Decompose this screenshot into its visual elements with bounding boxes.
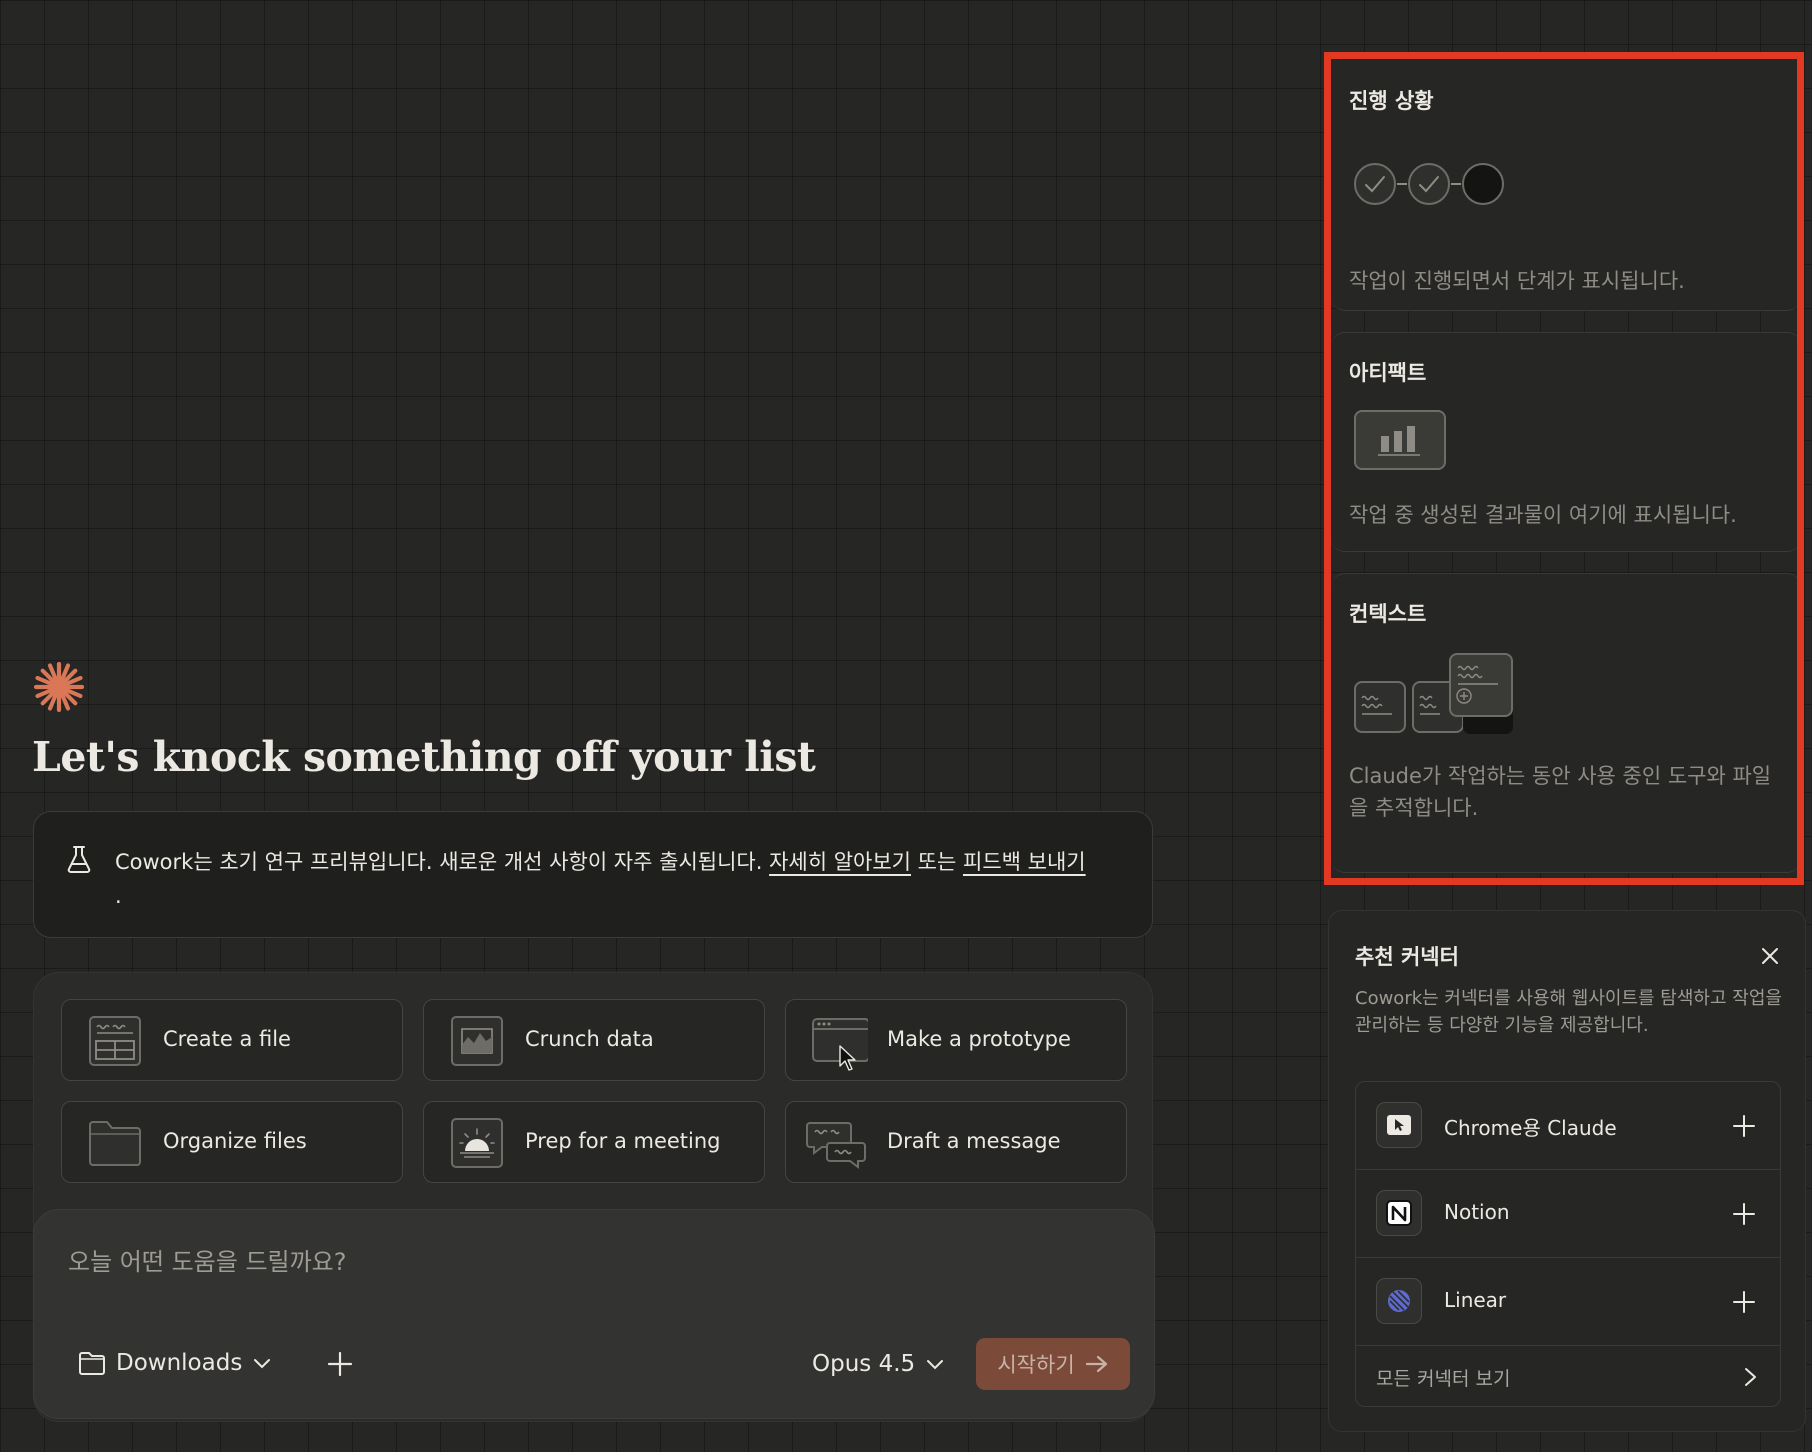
connectors-title: 추천 커넥터 — [1355, 945, 1459, 969]
see-all-connectors-link[interactable]: 모든 커넥터 보기 — [1356, 1346, 1780, 1406]
claude-spark-logo — [33, 661, 85, 713]
sunrise-icon — [451, 1118, 503, 1168]
add-attachment-button[interactable] — [326, 1350, 354, 1378]
start-button-label: 시작하기 — [997, 1353, 1075, 1377]
folder-selector[interactable]: Downloads — [78, 1343, 272, 1383]
folder-icon — [79, 1352, 105, 1375]
connector-item-linear[interactable]: Linear — [1356, 1258, 1780, 1346]
chevron-down-icon — [927, 1360, 944, 1370]
task-card-label: Crunch data — [525, 1027, 654, 1051]
chart-icon — [451, 1016, 503, 1066]
task-card-label: Prep for a meeting — [525, 1129, 721, 1153]
notice-text: Cowork는 초기 연구 프리뷰입니다. 새로운 개선 사항이 자주 출시됩니… — [115, 845, 1125, 913]
task-card-crunch-data[interactable]: Crunch data — [423, 999, 765, 1081]
start-button[interactable]: 시작하기 — [976, 1338, 1130, 1390]
close-icon[interactable] — [1759, 945, 1781, 967]
learn-more-link[interactable]: 자세히 알아보기 — [769, 850, 911, 874]
task-card-draft-message[interactable]: Draft a message — [785, 1101, 1127, 1183]
model-name: Opus 4.5 — [812, 1351, 916, 1377]
connector-name: Linear — [1444, 1288, 1507, 1312]
add-connector-icon[interactable] — [1732, 1290, 1756, 1314]
highlight-frame — [1324, 52, 1804, 885]
connector-list: Chrome용 Claude Notion Linear 모든 커넥터 보기 — [1355, 1081, 1781, 1407]
research-preview-notice: Cowork는 초기 연구 프리뷰입니다. 새로운 개선 사항이 자주 출시됩니… — [33, 811, 1153, 938]
connectors-description: Cowork는 커넥터를 사용해 웹사이트를 탐색하고 작업을 관리하는 등 다… — [1355, 988, 1782, 1036]
chevron-right-icon — [1745, 1368, 1756, 1386]
task-card-label: Draft a message — [887, 1129, 1061, 1153]
notice-connector: 또는 — [911, 850, 963, 874]
chevron-down-icon — [254, 1359, 271, 1369]
linear-icon — [1376, 1278, 1422, 1324]
task-card-label: Make a prototype — [887, 1027, 1071, 1051]
task-card-make-prototype[interactable]: Make a prototype — [785, 999, 1127, 1081]
add-connector-icon[interactable] — [1732, 1202, 1756, 1226]
connector-name: Chrome용 Claude — [1444, 1116, 1617, 1140]
chat-bubbles-icon — [806, 1122, 866, 1169]
chrome-claude-icon — [1376, 1102, 1422, 1148]
cursor-icon — [839, 1045, 856, 1071]
folder-icon — [89, 1121, 141, 1166]
add-connector-icon[interactable] — [1732, 1114, 1756, 1138]
spreadsheet-icon — [89, 1016, 141, 1066]
task-card-create-file[interactable]: Create a file — [61, 999, 403, 1081]
task-card-prep-meeting[interactable]: Prep for a meeting — [423, 1101, 765, 1183]
connector-name: Notion — [1444, 1200, 1510, 1224]
connector-item-notion[interactable]: Notion — [1356, 1170, 1780, 1258]
notice-body: Cowork는 초기 연구 프리뷰입니다. 새로운 개선 사항이 자주 출시됩니… — [115, 850, 770, 874]
task-card-label: Create a file — [163, 1027, 291, 1051]
recommended-connectors-panel: 추천 커넥터 Cowork는 커넥터를 사용해 웹사이트를 탐색하고 작업을 관… — [1328, 910, 1806, 1432]
page-headline: Let's knock something off your list — [32, 733, 816, 781]
task-card-organize-files[interactable]: Organize files — [61, 1101, 403, 1183]
flask-icon — [67, 846, 91, 873]
arrow-right-icon — [1085, 1355, 1107, 1373]
notion-icon — [1376, 1190, 1422, 1236]
see-all-label: 모든 커넥터 보기 — [1376, 1368, 1511, 1390]
task-card-label: Organize files — [163, 1129, 307, 1153]
notice-period: . — [115, 884, 122, 908]
send-feedback-link[interactable]: 피드백 보내기 — [963, 850, 1086, 874]
model-selector[interactable]: Opus 4.5 — [812, 1346, 945, 1382]
connector-item-chrome-claude[interactable]: Chrome용 Claude — [1356, 1082, 1780, 1170]
folder-name: Downloads — [116, 1350, 243, 1376]
prompt-input[interactable] — [68, 1240, 1108, 1284]
